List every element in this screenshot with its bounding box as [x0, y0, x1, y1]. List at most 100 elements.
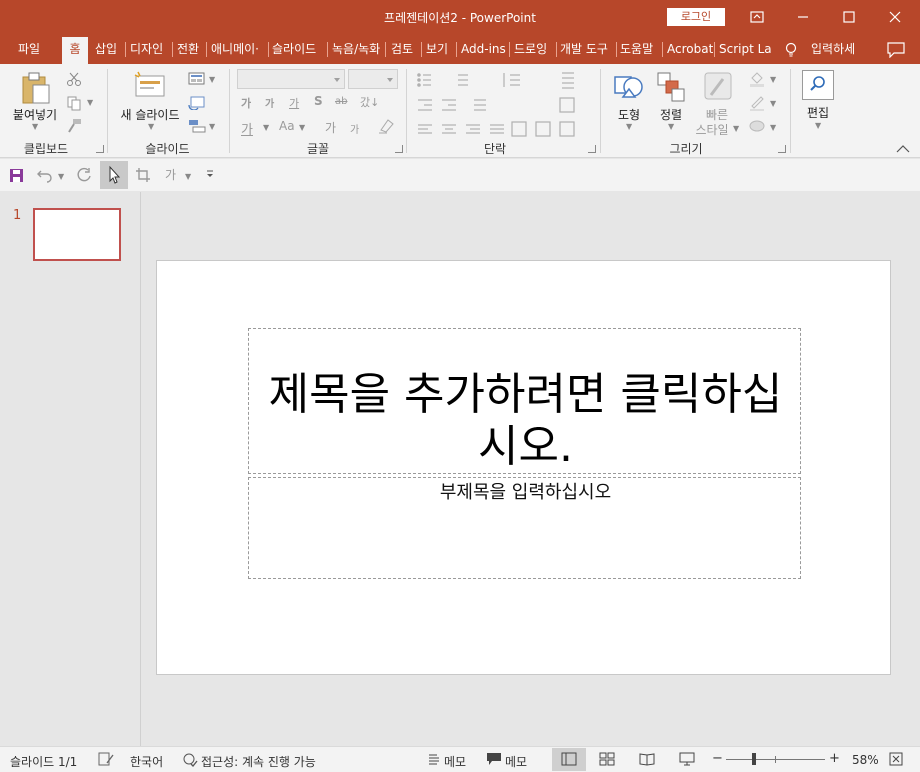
- subscript-icon[interactable]: 가: [350, 121, 359, 136]
- section-dropdown-icon[interactable]: ▼: [209, 122, 215, 131]
- zoom-out-button[interactable]: −: [712, 751, 723, 766]
- tab-view[interactable]: 보기: [426, 34, 454, 64]
- paste-dropdown-icon[interactable]: ▼: [32, 122, 38, 131]
- slide-thumbnail[interactable]: [33, 208, 121, 261]
- title-placeholder[interactable]: 제목을 추가하려면 클릭하십시오.: [248, 328, 801, 474]
- reading-view-icon[interactable]: [639, 752, 655, 766]
- minimize-button[interactable]: [780, 0, 826, 34]
- cut-icon[interactable]: [66, 71, 82, 87]
- superscript-icon[interactable]: 가: [325, 119, 336, 136]
- editing-dropdown-icon[interactable]: ▼: [815, 121, 821, 130]
- tab-acrobat[interactable]: Acrobat: [667, 34, 713, 64]
- fit-to-window-icon[interactable]: [889, 752, 903, 766]
- slideshow-icon[interactable]: [679, 752, 695, 766]
- tab-recording[interactable]: 녹음/녹화: [332, 34, 383, 64]
- text-format-dropdown-icon[interactable]: ▼: [185, 172, 191, 181]
- language-indicator[interactable]: 한국어: [130, 753, 163, 770]
- text-format-icon[interactable]: 가: [165, 166, 176, 183]
- font-color-icon[interactable]: 가: [241, 119, 253, 138]
- slide-sorter-icon[interactable]: [599, 752, 615, 766]
- lightbulb-icon[interactable]: [785, 42, 797, 58]
- tab-animations[interactable]: 애니메이·: [211, 34, 267, 64]
- copy-icon[interactable]: [66, 95, 82, 111]
- tab-drawing[interactable]: 드로잉: [514, 34, 554, 64]
- paragraph-launcher-icon[interactable]: [588, 145, 596, 153]
- clipboard-launcher-icon[interactable]: [96, 145, 104, 153]
- arrange-dropdown-icon[interactable]: ▼: [668, 122, 674, 131]
- tab-review[interactable]: 검토: [391, 34, 419, 64]
- editing-button[interactable]: [802, 70, 834, 100]
- tab-design[interactable]: 디자인: [130, 34, 170, 64]
- accessibility-icon[interactable]: [182, 752, 198, 768]
- change-case-dropdown-icon[interactable]: ▼: [299, 123, 305, 132]
- zoom-slider-thumb[interactable]: [752, 753, 756, 765]
- section-icon[interactable]: [188, 119, 206, 133]
- format-painter-icon[interactable]: [66, 118, 82, 134]
- collapse-ribbon-icon[interactable]: [896, 144, 910, 154]
- undo-dropdown-icon[interactable]: ▼: [58, 172, 64, 181]
- accessibility-status[interactable]: 접근성: 계속 진행 가능: [201, 753, 316, 770]
- arrange-button[interactable]: 정렬: [650, 106, 692, 123]
- character-spacing-icon[interactable]: 갔↓: [360, 94, 379, 110]
- close-button[interactable]: [872, 0, 918, 34]
- shape-fill-icon[interactable]: [748, 70, 766, 88]
- font-size-combo[interactable]: [348, 69, 398, 89]
- shapes-button[interactable]: 도형: [606, 106, 652, 123]
- select-tool-button[interactable]: [100, 161, 128, 189]
- font-color-dropdown-icon[interactable]: ▼: [263, 123, 269, 132]
- layout-dropdown-icon[interactable]: ▼: [209, 75, 215, 84]
- tab-add-ins[interactable]: Add-ins: [461, 34, 507, 64]
- tab-insert[interactable]: 삽입: [95, 34, 123, 64]
- reset-slide-icon[interactable]: [188, 96, 206, 110]
- change-case-icon[interactable]: Aa: [279, 119, 295, 133]
- comments-button[interactable]: 메모: [505, 753, 527, 770]
- shapes-dropdown-icon[interactable]: ▼: [626, 122, 632, 131]
- ribbon-display-options-button[interactable]: [734, 0, 780, 34]
- comments-icon[interactable]: [887, 42, 905, 58]
- tab-file[interactable]: 파일: [18, 34, 48, 64]
- font-family-combo[interactable]: [237, 69, 345, 89]
- underline-icon[interactable]: 가: [289, 95, 299, 111]
- zoom-level[interactable]: 58%: [852, 753, 879, 767]
- slide-number: 1: [13, 208, 22, 223]
- tab-developer[interactable]: 개발 도구: [560, 34, 614, 64]
- tell-me-search[interactable]: 입력하세: [811, 34, 866, 64]
- shape-effects-dropdown-icon[interactable]: ▼: [770, 123, 776, 132]
- font-launcher-icon[interactable]: [395, 145, 403, 153]
- quick-styles-dropdown-icon[interactable]: ▼: [733, 124, 739, 133]
- strikethrough-icon[interactable]: ab: [335, 96, 347, 107]
- undo-icon[interactable]: [37, 167, 53, 183]
- login-button[interactable]: 로그인: [667, 8, 725, 26]
- save-icon[interactable]: [9, 168, 24, 183]
- slide-canvas[interactable]: 제목을 추가하려면 클릭하십시오. 부제목을 입력하십시오: [156, 260, 891, 675]
- shadow-icon[interactable]: S: [314, 94, 323, 108]
- shape-fill-dropdown-icon[interactable]: ▼: [770, 75, 776, 84]
- new-slide-button[interactable]: 새 슬라이드: [114, 106, 186, 123]
- redo-icon[interactable]: [76, 167, 92, 183]
- tab-script-lab[interactable]: Script Lab: [719, 34, 771, 64]
- shape-outline-dropdown-icon[interactable]: ▼: [770, 99, 776, 108]
- tab-help[interactable]: 도움말: [620, 34, 660, 64]
- shape-effects-icon[interactable]: [748, 118, 766, 136]
- notes-button[interactable]: 메모: [444, 753, 466, 770]
- paste-button[interactable]: 붙여넣기: [6, 106, 64, 123]
- maximize-button[interactable]: [826, 0, 872, 34]
- crop-icon[interactable]: [135, 167, 151, 183]
- clear-formatting-icon[interactable]: [377, 118, 395, 134]
- customize-qat-icon[interactable]: [205, 169, 215, 179]
- spelling-icon[interactable]: [98, 752, 114, 766]
- increase-font-icon[interactable]: 가: [241, 95, 251, 111]
- new-slide-dropdown-icon[interactable]: ▼: [148, 122, 154, 131]
- paragraph-controls[interactable]: [414, 70, 604, 140]
- copy-dropdown-icon[interactable]: ▼: [87, 98, 93, 107]
- normal-view-button[interactable]: [552, 748, 586, 771]
- zoom-in-button[interactable]: +: [829, 751, 840, 766]
- layout-icon[interactable]: [188, 72, 206, 86]
- tab-transitions[interactable]: 전환: [177, 34, 205, 64]
- drawing-launcher-icon[interactable]: [778, 145, 786, 153]
- shape-outline-icon[interactable]: [748, 94, 766, 112]
- tab-slideshow[interactable]: 슬라이드: [272, 34, 324, 64]
- tab-home[interactable]: 홈: [62, 37, 88, 64]
- subtitle-placeholder[interactable]: 부제목을 입력하십시오: [248, 477, 801, 579]
- decrease-font-icon[interactable]: 가: [265, 95, 274, 110]
